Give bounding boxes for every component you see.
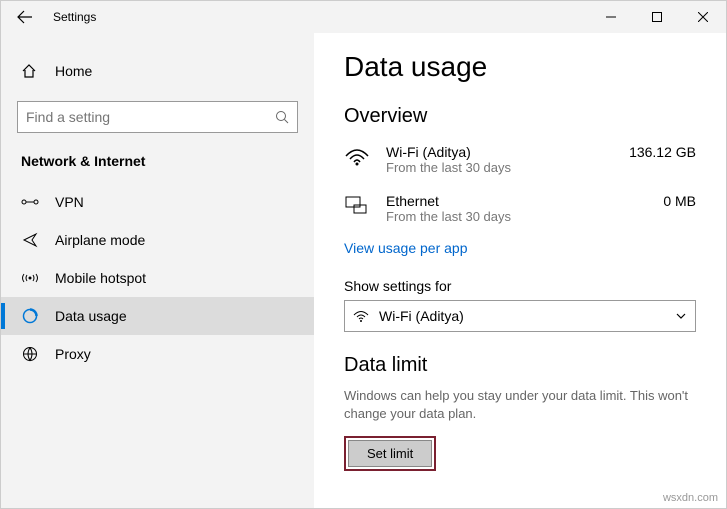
content: Data usage Overview Wi-Fi (Aditya) From … [314,33,726,508]
maximize-icon [652,12,662,22]
sidebar-item-label: Proxy [55,346,91,362]
sidebar-item-vpn[interactable]: VPN [1,183,314,221]
window-title: Settings [49,10,96,24]
set-limit-highlight: Set limit [344,436,436,471]
sidebar-item-mobile-hotspot[interactable]: Mobile hotspot [1,259,314,297]
home-label: Home [55,63,92,79]
home-nav[interactable]: Home [1,55,314,87]
view-usage-link[interactable]: View usage per app [344,240,468,256]
data-usage-icon [21,308,39,324]
arrow-left-icon [17,9,33,25]
network-sub: From the last 30 days [386,160,616,175]
minimize-button[interactable] [588,1,634,33]
sidebar-item-label: Data usage [55,308,127,324]
sidebar-item-proxy[interactable]: Proxy [1,335,314,373]
titlebar: Settings [1,1,726,33]
proxy-icon [21,346,39,362]
overview-title: Overview [344,105,696,128]
data-limit-title: Data limit [344,354,696,377]
close-button[interactable] [680,1,726,33]
watermark: wsxdn.com [663,492,718,504]
search-icon [275,110,289,124]
minimize-icon [606,12,616,22]
airplane-icon [21,232,39,248]
sidebar: Home Network & Internet VPN Airplane mod… [1,33,314,508]
sidebar-item-airplane-mode[interactable]: Airplane mode [1,221,314,259]
show-settings-select[interactable]: Wi-Fi (Aditya) [344,300,696,332]
chevron-down-icon [675,310,687,322]
page-title: Data usage [344,51,696,83]
wifi-small-icon [353,310,369,322]
home-icon [21,63,39,79]
sidebar-item-label: Airplane mode [55,232,145,248]
data-limit-desc: Windows can help you stay under your dat… [344,387,696,422]
sidebar-item-label: Mobile hotspot [55,270,146,286]
network-value: 0 MB [616,193,696,209]
network-name: Ethernet [386,193,616,209]
hotspot-icon [21,271,39,285]
ethernet-icon [344,193,386,215]
back-button[interactable] [1,1,49,33]
sidebar-item-data-usage[interactable]: Data usage [1,297,314,335]
search-input[interactable] [26,109,246,125]
sidebar-item-label: VPN [55,194,84,210]
network-row-wifi: Wi-Fi (Aditya) From the last 30 days 136… [344,138,696,187]
maximize-button[interactable] [634,1,680,33]
vpn-icon [21,195,39,209]
show-settings-label: Show settings for [344,278,696,294]
network-value: 136.12 GB [616,144,696,160]
network-name: Wi-Fi (Aditya) [386,144,616,160]
close-icon [698,12,708,22]
set-limit-button[interactable]: Set limit [348,440,432,467]
network-sub: From the last 30 days [386,209,616,224]
search-box[interactable] [17,101,298,133]
select-value: Wi-Fi (Aditya) [379,308,464,324]
wifi-icon [344,144,386,166]
network-row-ethernet: Ethernet From the last 30 days 0 MB [344,187,696,236]
section-header: Network & Internet [1,153,314,183]
